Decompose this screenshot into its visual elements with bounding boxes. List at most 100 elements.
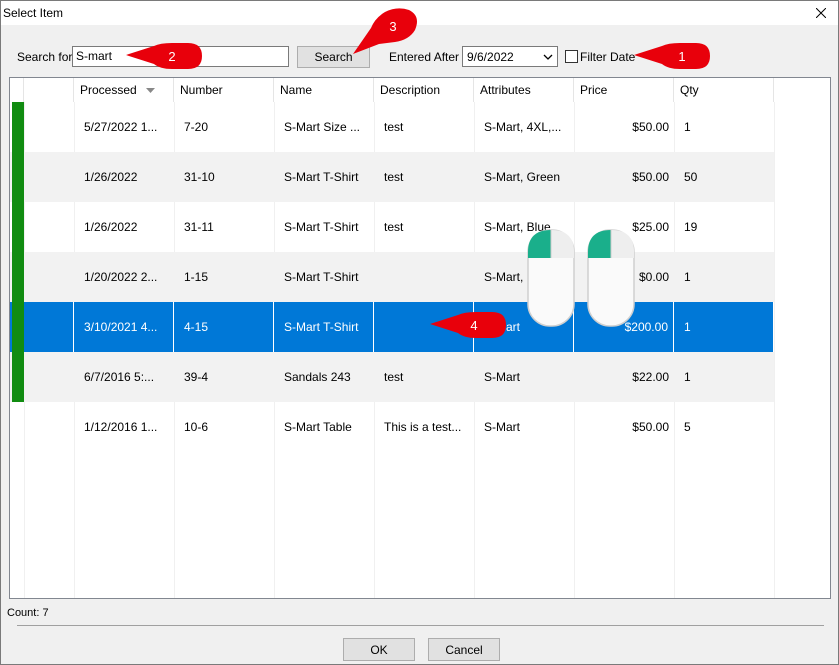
column-header-description[interactable]: Description <box>374 78 474 102</box>
callout-number: 1 <box>678 49 685 64</box>
cell-processed: 5/27/2022 1... <box>84 120 158 134</box>
mouse-icon <box>587 229 635 327</box>
row-status-marker <box>12 352 24 402</box>
cell-processed: 6/7/2016 5:... <box>84 370 155 384</box>
cell-processed: 1/20/2022 2... <box>84 270 158 284</box>
cell-name: S-Mart T-Shirt <box>274 302 374 352</box>
callout-1: 1 <box>634 43 710 69</box>
filter-date-label: Filter Date <box>580 50 636 64</box>
row-status-marker <box>12 102 24 152</box>
cell-processed: 1/26/2022 <box>84 170 138 184</box>
cell-description: test <box>384 220 404 234</box>
ok-button[interactable]: OK <box>343 638 415 661</box>
header-marker-cell <box>10 78 24 102</box>
column-header-label: Number <box>180 83 223 97</box>
cell-price: $50.00 <box>632 120 669 134</box>
cell-description <box>374 252 474 302</box>
cell-processed: 3/10/2021 4... <box>74 302 174 352</box>
cell-description: test <box>384 120 404 134</box>
cell-description: test <box>384 170 404 184</box>
cell-qty: 1 <box>674 302 774 352</box>
table-row[interactable]: 6/7/2016 5:... 39-4 Sandals 243 test S-M… <box>10 352 774 402</box>
table-row[interactable]: 1/12/2016 1... 10-6 S-Mart Table This is… <box>10 402 774 452</box>
cell-name: S-Mart Size ... <box>284 120 361 134</box>
cell-description: This is a test... <box>384 420 462 434</box>
row-status-marker <box>12 202 24 252</box>
column-header-name[interactable]: Name <box>274 78 374 102</box>
column-header-price[interactable]: Price <box>574 78 674 102</box>
column-header-label: Qty <box>680 83 699 97</box>
cell-number: 1-15 <box>184 270 209 284</box>
cell-price: $22.00 <box>632 370 669 384</box>
cell-qty: 1 <box>684 120 691 134</box>
sort-descending-icon <box>146 88 156 94</box>
callout-4: 4 <box>430 312 506 338</box>
chevron-down-icon <box>543 54 553 60</box>
cell-processed: 1/26/2022 <box>84 220 138 234</box>
column-header-label: Attributes <box>480 83 531 97</box>
cell-number: 39-4 <box>184 370 209 384</box>
cell-name: Sandals 243 <box>284 370 351 384</box>
cell-number: 7-20 <box>184 120 209 134</box>
callout-2: 2 <box>126 43 202 69</box>
cell-description: test <box>384 370 404 384</box>
select-item-dialog: Select Item Search for S-mart Search Ent… <box>0 0 839 665</box>
cell-name: S-Mart T-Shirt <box>284 220 359 234</box>
row-status-marker <box>12 152 24 202</box>
cell-name: S-Mart T-Shirt <box>284 270 359 284</box>
table-row[interactable]: 5/27/2022 1... 7-20 S-Mart Size ... test… <box>10 102 774 152</box>
row-status-marker <box>12 252 24 302</box>
entered-after-value: 9/6/2022 <box>467 50 514 64</box>
column-header-label: Name <box>280 83 313 97</box>
cancel-button[interactable]: Cancel <box>428 638 500 661</box>
cell-name: S-Mart T-Shirt <box>284 170 359 184</box>
cell-qty: 19 <box>684 220 698 234</box>
items-grid[interactable]: Processed Number Name Description Attrib… <box>9 77 831 599</box>
cell-number: 31-10 <box>184 170 215 184</box>
cell-number: 10-6 <box>184 420 209 434</box>
cell-spacer <box>24 302 74 352</box>
cell-price: $50.00 <box>632 420 669 434</box>
cell-name: S-Mart Table <box>284 420 352 434</box>
cell-number: 4-15 <box>174 302 274 352</box>
table-row-selected[interactable]: 3/10/2021 4... 4-15 S-Mart T-Shirt S-Mar… <box>10 302 774 352</box>
column-header-label: Processed <box>80 83 137 97</box>
cell-number: 31-11 <box>184 220 214 234</box>
cell-qty: 50 <box>684 170 698 184</box>
item-count: Count: 7 <box>7 607 49 619</box>
column-header-processed[interactable]: Processed <box>74 78 174 102</box>
table-row[interactable]: 1/26/2022 31-10 S-Mart T-Shirt test S-Ma… <box>10 152 774 202</box>
callout-number: 2 <box>168 49 175 64</box>
column-header-label: Description <box>380 83 441 97</box>
column-header-number[interactable]: Number <box>174 78 274 102</box>
cell-attributes: S-Mart <box>484 420 520 434</box>
cell-qty: 1 <box>684 270 691 284</box>
mouse-icon <box>527 229 575 327</box>
cell-qty: 1 <box>684 370 691 384</box>
callout-number: 4 <box>470 318 477 333</box>
table-row[interactable]: 1/20/2022 2... 1-15 S-Mart T-Shirt S-Mar… <box>10 252 774 302</box>
entered-after-date-picker[interactable]: 9/6/2022 <box>462 46 558 67</box>
header-spacer-cell <box>24 78 74 102</box>
cell-qty: 5 <box>684 420 691 434</box>
column-header-label: Price <box>580 83 608 97</box>
grid-header: Processed Number Name Description Attrib… <box>10 78 830 102</box>
callout-number: 3 <box>389 19 396 34</box>
close-icon <box>816 8 826 18</box>
row-status-marker <box>12 302 24 352</box>
close-button[interactable] <box>804 1 838 25</box>
cell-attributes: S-Mart, 4XL,... <box>484 120 562 134</box>
filter-date-checkbox[interactable] <box>565 50 578 63</box>
cell-attributes: S-Mart, Green <box>484 170 561 184</box>
cell-processed: 1/12/2016 1... <box>84 420 158 434</box>
grid-line <box>774 102 775 598</box>
column-header-qty[interactable]: Qty <box>674 78 774 102</box>
table-row[interactable]: 1/26/2022 31-11 S-Mart T-Shirt test S-Ma… <box>10 202 774 252</box>
search-label: Search for <box>17 50 73 64</box>
column-header-attributes[interactable]: Attributes <box>474 78 574 102</box>
divider <box>17 625 824 626</box>
window-title: Select Item <box>3 6 64 20</box>
cell-price: $50.00 <box>632 170 669 184</box>
callout-3: 3 <box>353 8 417 54</box>
cell-attributes: S-Mart <box>484 370 520 384</box>
